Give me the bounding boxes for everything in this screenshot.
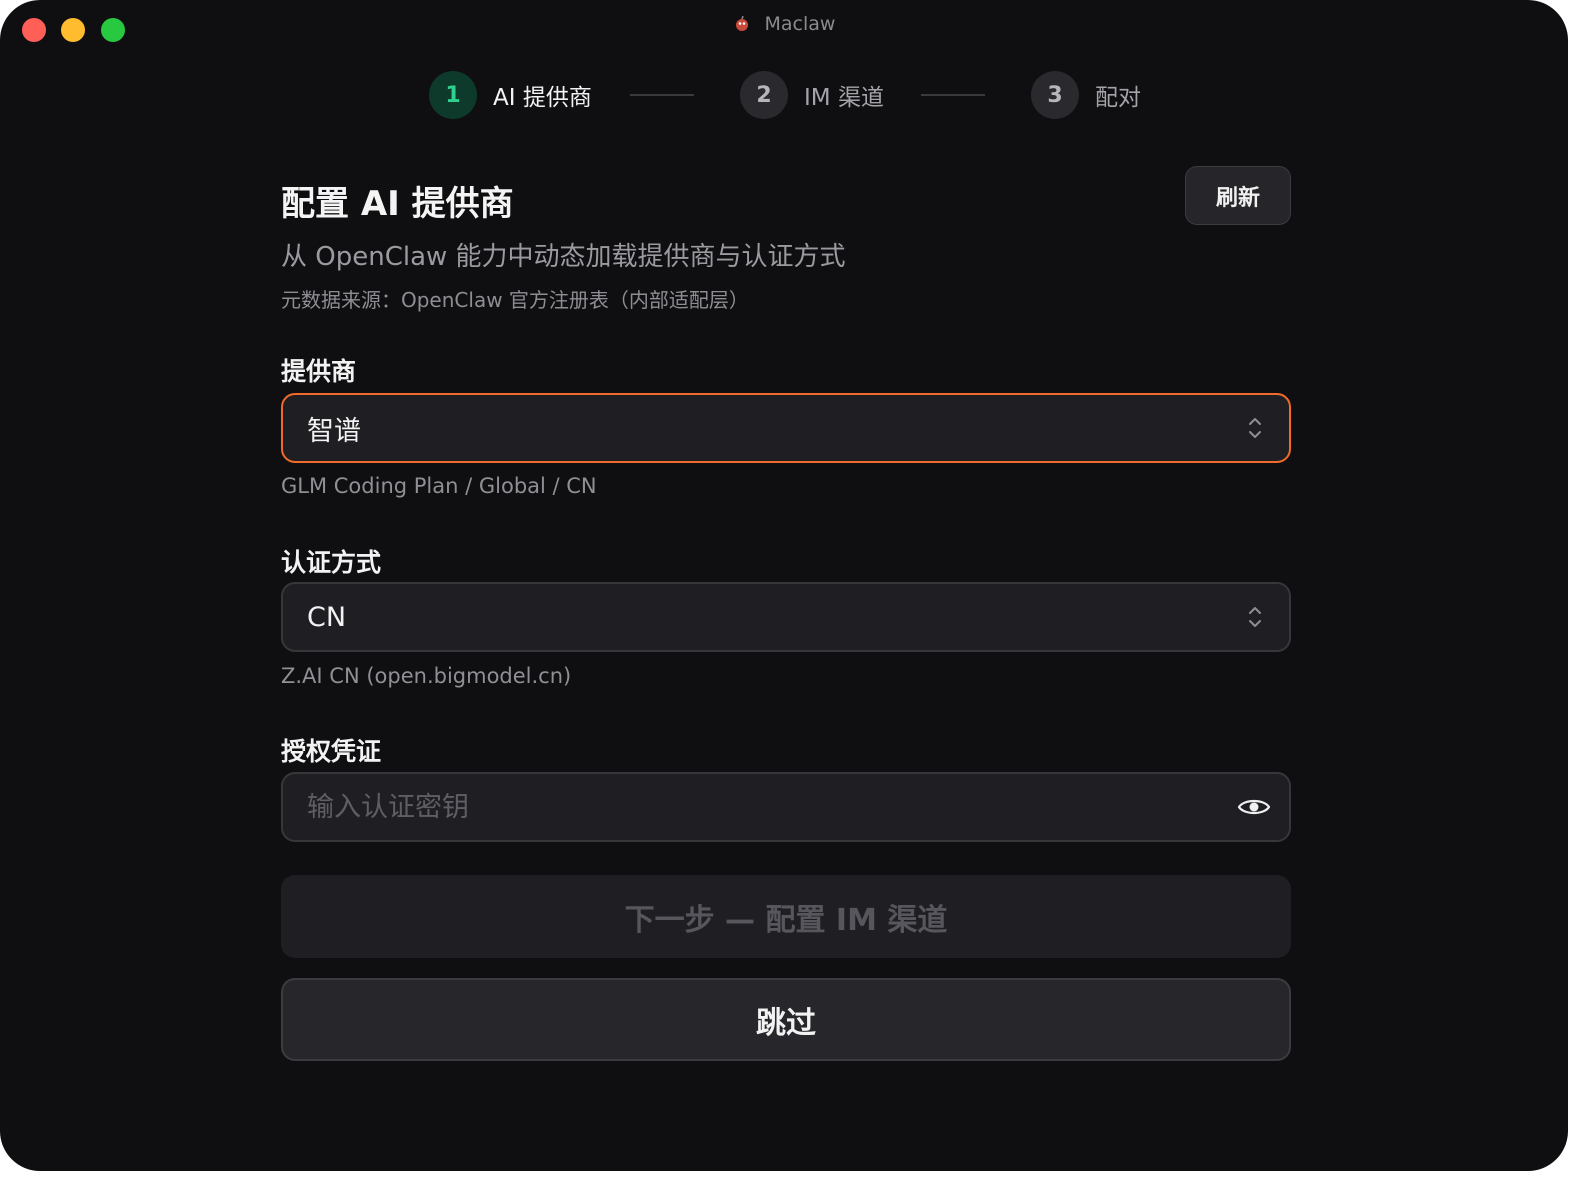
titlebar: Maclaw <box>0 10 1568 38</box>
skip-button[interactable]: 跳过 <box>281 978 1291 1061</box>
page-title: 配置 AI 提供商 <box>281 184 514 224</box>
credential-label: 授权凭证 <box>281 737 382 766</box>
step-label: AI 提供商 <box>493 85 592 111</box>
credential-input[interactable] <box>307 774 1207 840</box>
chevron-up-down-icon <box>1249 418 1261 438</box>
step-number: 3 <box>1031 71 1079 119</box>
window-title: Maclaw <box>764 13 836 35</box>
auth-method-hint: Z.AI CN (open.bigmodel.cn) <box>281 664 572 688</box>
auth-method-value: CN <box>307 601 347 633</box>
provider-label: 提供商 <box>281 357 357 386</box>
step-connector <box>921 94 985 96</box>
step-ai-provider[interactable]: 1 AI 提供商 <box>429 71 592 119</box>
step-number: 2 <box>740 71 788 119</box>
step-label: IM 渠道 <box>804 85 884 111</box>
step-connector <box>630 94 694 96</box>
app-window: Maclaw 1 AI 提供商 2 IM 渠道 3 配对 配置 AI 提供商 刷… <box>0 0 1568 1171</box>
provider-select[interactable]: 智谱 <box>281 393 1291 463</box>
refresh-button[interactable]: 刷新 <box>1185 166 1291 225</box>
step-label: 配对 <box>1095 85 1141 111</box>
metadata-source: 元数据来源：OpenClaw 官方注册表（内部适配层） <box>281 288 749 312</box>
setup-stepper: 1 AI 提供商 2 IM 渠道 3 配对 <box>0 71 1568 119</box>
app-icon <box>735 15 748 31</box>
auth-method-label: 认证方式 <box>281 548 382 577</box>
eye-icon[interactable] <box>1237 795 1271 819</box>
credential-field <box>281 772 1291 842</box>
step-pairing[interactable]: 3 配对 <box>1031 71 1141 119</box>
step-im-channel[interactable]: 2 IM 渠道 <box>740 71 884 119</box>
provider-hint: GLM Coding Plan / Global / CN <box>281 474 597 498</box>
next-step-button[interactable]: 下一步 — 配置 IM 渠道 <box>281 875 1291 958</box>
auth-method-select[interactable]: CN <box>281 582 1291 652</box>
chevron-up-down-icon <box>1249 607 1261 627</box>
step-number: 1 <box>429 71 477 119</box>
page-subtitle: 从 OpenClaw 能力中动态加载提供商与认证方式 <box>281 242 846 272</box>
provider-value: 智谱 <box>307 415 361 447</box>
